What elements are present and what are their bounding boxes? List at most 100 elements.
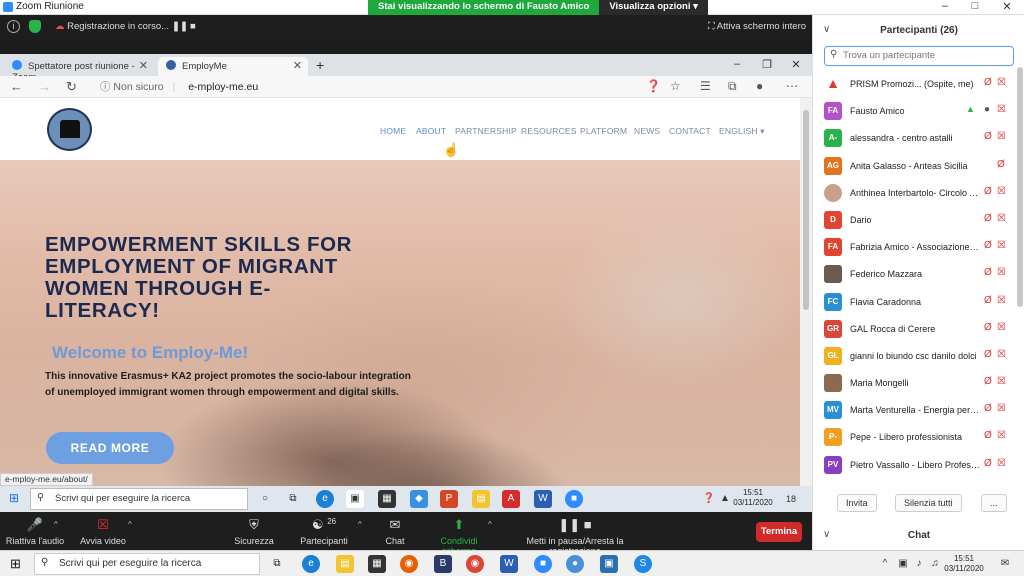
- video-off-icon[interactable]: ☒: [997, 458, 1006, 469]
- video-off-icon[interactable]: ☒: [997, 267, 1006, 278]
- page-scrollbar[interactable]: [800, 98, 812, 486]
- participant-row[interactable]: D Dario Ø ☒: [813, 207, 1016, 234]
- browser-minimize-icon[interactable]: –: [724, 58, 750, 70]
- participants-button[interactable]: ☯ 26 Partecipanti: [298, 517, 350, 546]
- nav-platform[interactable]: PLATFORM: [580, 126, 627, 136]
- file-explorer-icon[interactable]: ▤: [336, 555, 354, 573]
- mic-muted-icon[interactable]: Ø: [984, 322, 992, 333]
- video-options-chevron-icon[interactable]: ^: [128, 520, 132, 529]
- participant-row[interactable]: FC Flavia Caradonna Ø ☒: [813, 289, 1016, 316]
- nav-news[interactable]: NEWS: [634, 126, 660, 136]
- participant-row[interactable]: MV Marta Venturella - Energia per i D...…: [813, 397, 1016, 424]
- word-icon[interactable]: W: [534, 490, 552, 508]
- participant-row[interactable]: Maria Mongelli Ø ☒: [813, 370, 1016, 397]
- security-button[interactable]: ⛨ Sicurezza: [232, 517, 276, 546]
- mic-muted-icon[interactable]: Ø: [984, 349, 992, 360]
- participant-row[interactable]: FA Fabrizia Amico - Associazione Le ... …: [813, 234, 1016, 261]
- store-icon[interactable]: ▦: [368, 555, 386, 573]
- windows-start-icon[interactable]: ⊞: [10, 556, 21, 572]
- zoom-taskbar-icon[interactable]: ■: [534, 555, 552, 573]
- read-aloud-icon[interactable]: ❓: [646, 79, 661, 93]
- video-off-icon[interactable]: ☒: [997, 322, 1006, 333]
- mic-muted-icon[interactable]: Ø: [997, 159, 1005, 170]
- participant-row[interactable]: ▲ PRISM Promozi... (Ospite, me) Ø ☒: [813, 71, 1016, 98]
- participant-row[interactable]: FA Fausto Amico ▲ ● ☒: [813, 98, 1016, 125]
- scrollbar-thumb[interactable]: [803, 110, 809, 310]
- taskbar-search-box[interactable]: ⚲ Scrivi qui per eseguire la ricerca: [34, 553, 260, 575]
- mic-on-icon[interactable]: ●: [984, 104, 990, 115]
- nav-home[interactable]: HOME: [380, 126, 406, 136]
- nav-about[interactable]: ABOUT: [416, 126, 446, 136]
- drop-app-icon[interactable]: ●: [566, 555, 584, 573]
- nav-contact[interactable]: CONTACT: [669, 126, 711, 136]
- video-off-icon[interactable]: ☒: [997, 240, 1006, 251]
- mic-muted-icon[interactable]: Ø: [984, 213, 992, 224]
- mic-muted-icon[interactable]: Ø: [984, 376, 992, 387]
- shared-search-box[interactable]: ⚲ Scrivi qui per eseguire la ricerca: [30, 488, 248, 510]
- participant-row[interactable]: PV Pietro Vassallo - Libero Professio...…: [813, 452, 1016, 479]
- profile-avatar-icon[interactable]: ●: [756, 79, 763, 93]
- word-icon[interactable]: W: [500, 555, 518, 573]
- participants-chevron-icon[interactable]: ^: [358, 520, 362, 529]
- tab-close-icon[interactable]: ✕: [139, 59, 148, 72]
- powerpoint-icon[interactable]: P: [440, 490, 458, 508]
- video-off-icon[interactable]: ☒: [997, 295, 1006, 306]
- store-icon[interactable]: ▦: [378, 490, 396, 508]
- share-chevron-icon[interactable]: ^: [488, 520, 492, 529]
- video-off-icon[interactable]: ☒: [997, 349, 1006, 360]
- mic-muted-icon[interactable]: Ø: [984, 458, 992, 469]
- start-video-button[interactable]: ☒ Avvia video: [78, 517, 128, 546]
- video-off-icon[interactable]: ☒: [997, 213, 1006, 224]
- view-options-button[interactable]: Visualizza opzioni ▾: [599, 0, 708, 15]
- taskbar-clock[interactable]: 15:51 03/11/2020: [940, 554, 988, 574]
- task-view-icon[interactable]: ⧉: [284, 490, 302, 508]
- shared-clock[interactable]: 15:51 03/11/2020: [730, 488, 776, 508]
- new-tab-icon[interactable]: +: [308, 54, 332, 73]
- mic-muted-icon[interactable]: Ø: [984, 77, 992, 88]
- participant-row[interactable]: AG Anita Galasso - Anteas Sicilia Ø: [813, 153, 1016, 180]
- task-view-icon[interactable]: ⧉: [268, 555, 286, 573]
- back-icon[interactable]: ←: [10, 79, 23, 94]
- video-off-icon[interactable]: ☒: [997, 186, 1006, 197]
- participant-row[interactable]: P- Pepe - Libero professionista Ø ☒: [813, 424, 1016, 451]
- minimize-icon[interactable]: –: [932, 0, 958, 12]
- participant-row[interactable]: A- alessandra - centro astalli Ø ☒: [813, 125, 1016, 152]
- refresh-icon[interactable]: ↻: [66, 79, 77, 95]
- cortana-icon[interactable]: ○: [256, 490, 274, 508]
- tab-zoom[interactable]: Spettatore post riunione - Zoom ✕: [4, 57, 154, 83]
- mic-muted-icon[interactable]: Ø: [984, 131, 992, 142]
- mic-muted-icon[interactable]: Ø: [984, 267, 992, 278]
- skype-icon[interactable]: S: [634, 555, 652, 573]
- audio-options-chevron-icon[interactable]: ^: [54, 520, 58, 529]
- tab-employme[interactable]: EmployMe ✕: [158, 57, 308, 76]
- photos-icon[interactable]: ▣: [600, 555, 618, 573]
- video-off-icon[interactable]: ☒: [997, 77, 1006, 88]
- chat-section-title[interactable]: Chat: [813, 530, 1024, 541]
- url-field[interactable]: ⓘ Non sicuro | e-mploy-me.eu: [100, 79, 258, 94]
- participant-search-input[interactable]: ⚲ Trova un partecipante: [824, 46, 1014, 66]
- participant-row[interactable]: Anthinea Interbartolo- Circolo Ar... Ø ☒: [813, 180, 1016, 207]
- close-icon[interactable]: ✕: [994, 0, 1020, 13]
- participant-row[interactable]: GR GAL Rocca di Cerere Ø ☒: [813, 316, 1016, 343]
- notification-icon[interactable]: 18: [782, 490, 800, 508]
- forward-icon[interactable]: →: [38, 79, 51, 94]
- video-off-icon[interactable]: ☒: [997, 403, 1006, 414]
- nav-resources[interactable]: RESOURCES: [521, 126, 577, 136]
- notification-center-icon[interactable]: ✉: [996, 555, 1014, 573]
- end-meeting-button[interactable]: Termina: [756, 522, 802, 542]
- more-options-button[interactable]: ...: [981, 494, 1007, 512]
- participant-row[interactable]: GL gianni lo biundo csc danilo dolci Ø ☒: [813, 343, 1016, 370]
- chat-button[interactable]: ✉ Chat: [380, 517, 410, 546]
- favorites-list-icon[interactable]: ☰: [700, 79, 711, 93]
- mic-muted-icon[interactable]: Ø: [984, 186, 992, 197]
- browser-maximize-icon[interactable]: ❐: [754, 58, 780, 71]
- firefox-icon[interactable]: ◉: [400, 555, 418, 573]
- participants-scrollbar[interactable]: [1017, 67, 1023, 307]
- employme-logo[interactable]: [47, 108, 92, 151]
- edge-icon[interactable]: e: [316, 490, 334, 508]
- video-off-icon[interactable]: ☒: [997, 376, 1006, 387]
- more-menu-icon[interactable]: ⋯: [786, 79, 798, 93]
- b-app-icon[interactable]: B: [434, 555, 452, 573]
- file-explorer-icon[interactable]: ▤: [472, 490, 490, 508]
- edge-icon[interactable]: e: [302, 555, 320, 573]
